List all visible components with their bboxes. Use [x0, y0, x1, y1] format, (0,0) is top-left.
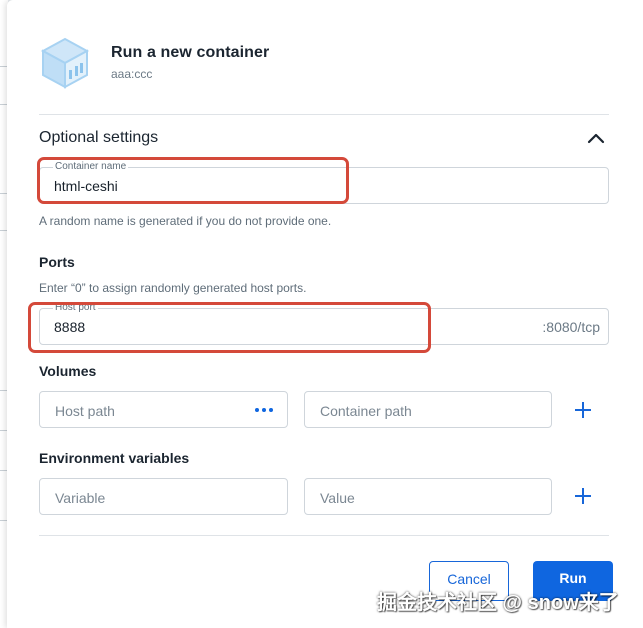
- container-port: :8080/tcp: [542, 319, 600, 335]
- container-path-placeholder: Container path: [320, 403, 412, 419]
- host-port-field[interactable]: Host port 8888 :8080/tcp: [39, 302, 609, 345]
- watermark: 掘金技术社区 @ snow来了: [377, 592, 619, 614]
- dialog-header: Run a new container aaa:ccc: [39, 36, 599, 92]
- env-value-placeholder: Value: [320, 490, 355, 506]
- footer-divider: [39, 535, 609, 536]
- env-variables-title: Environment variables: [39, 450, 190, 466]
- host-path-placeholder: Host path: [55, 403, 115, 419]
- volumes-title: Volumes: [39, 363, 97, 379]
- ports-title: Ports: [39, 254, 75, 270]
- ports-helper: Enter “0” to assign randomly generated h…: [39, 281, 307, 295]
- host-port-value: 8888: [54, 319, 86, 335]
- env-value-input[interactable]: Value: [304, 478, 552, 515]
- container-cube-icon: [40, 37, 90, 89]
- container-name-helper: A random name is generated if you do not…: [39, 214, 332, 228]
- optional-settings-title: Optional settings: [39, 129, 159, 146]
- container-path-input[interactable]: Container path: [304, 391, 552, 428]
- container-name-label: Container name: [53, 161, 129, 172]
- image-name: aaa:ccc: [111, 67, 153, 81]
- env-variable-input[interactable]: Variable: [39, 478, 288, 515]
- chevron-up-icon[interactable]: [587, 131, 605, 145]
- add-env-variable-icon[interactable]: [575, 488, 591, 504]
- host-port-label: Host port: [53, 302, 98, 313]
- add-volume-icon[interactable]: [575, 402, 591, 418]
- header-divider: [39, 114, 609, 115]
- dialog-title: Run a new container: [111, 44, 270, 61]
- env-variable-placeholder: Variable: [55, 490, 106, 506]
- more-horizontal-icon[interactable]: [255, 408, 273, 412]
- run-container-dialog: Run a new container aaa:ccc Optional set…: [7, 0, 643, 628]
- container-name-value: html-ceshi: [54, 178, 118, 194]
- container-name-field[interactable]: Container name html-ceshi: [39, 161, 609, 204]
- host-path-input[interactable]: Host path: [39, 391, 288, 428]
